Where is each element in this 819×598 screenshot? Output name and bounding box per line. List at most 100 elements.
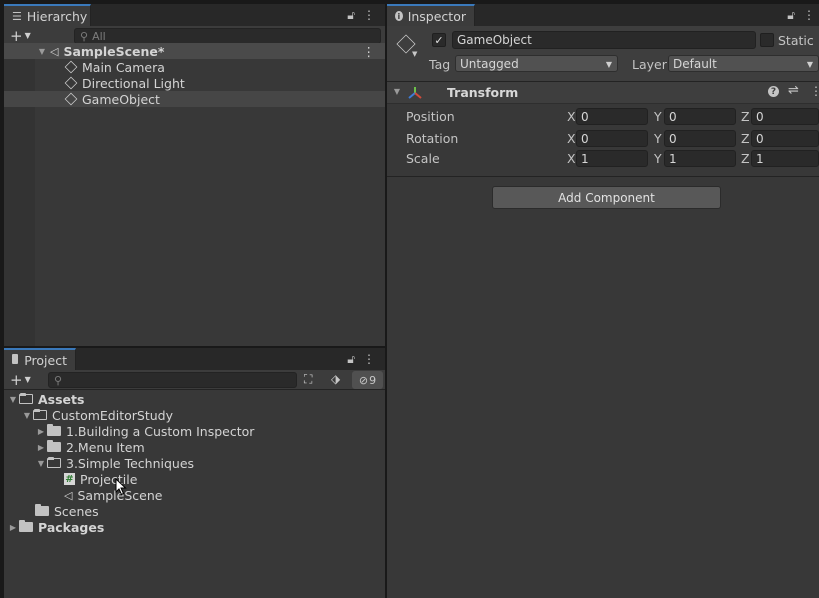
tree-item-label: Packages: [38, 519, 105, 535]
folder-icon: [33, 409, 47, 420]
tree-item-custom-editor-study[interactable]: ▼ CustomEditorStudy: [4, 407, 385, 423]
tree-item-label: 2.Menu Item: [66, 439, 145, 455]
preset-icon[interactable]: ⇌: [788, 83, 799, 98]
project-panel: Project 🔓︎ ⋮ + ▼ ⚲ ⛶ ⬗ ⊘ 9 ▼ Assets ▼ Cus…: [4, 348, 385, 598]
object-name-value: GameObject: [457, 33, 532, 47]
transform-header[interactable]: ▼ Transform ? ⇌ ⋮: [387, 82, 819, 104]
list-icon: ☰: [12, 9, 22, 23]
rotation-y-field[interactable]: 0: [664, 130, 736, 147]
create-dropdown[interactable]: + ▼: [10, 372, 31, 388]
create-dropdown[interactable]: + ▼: [10, 28, 31, 44]
expand-arrow-icon[interactable]: ▼: [36, 47, 48, 56]
axis-y-label: Y: [654, 151, 662, 166]
active-checkbox[interactable]: ✓: [432, 33, 446, 47]
hidden-packages-toggle[interactable]: ⊘ 9: [352, 371, 383, 389]
transform-title: Transform: [447, 85, 519, 100]
tree-item-projectile[interactable]: # Projectile: [4, 471, 385, 487]
tree-item-assets[interactable]: ▼ Assets: [4, 391, 385, 407]
position-z-field[interactable]: 0: [751, 108, 819, 125]
hierarchy-item-label: Directional Light: [82, 75, 185, 91]
transform-icon: [408, 87, 422, 99]
add-component-label: Add Component: [558, 190, 655, 205]
object-name-field[interactable]: GameObject: [452, 31, 756, 49]
unity-scene-icon: ◁: [64, 488, 73, 502]
field-value: 1: [581, 151, 589, 166]
scene-row[interactable]: ▼ ◁ SampleScene* ⋮: [4, 43, 385, 59]
search-icon: ⚲: [80, 29, 89, 43]
tree-item-scenes[interactable]: Scenes: [4, 503, 385, 519]
static-checkbox[interactable]: [760, 33, 774, 47]
hierarchy-item[interactable]: Main Camera: [4, 59, 385, 75]
add-component-button[interactable]: Add Component: [492, 186, 721, 209]
tree-item-simple-techniques[interactable]: ▼ 3.Simple Techniques: [4, 455, 385, 471]
position-x-field[interactable]: 0: [576, 108, 648, 125]
axis-z-label: Z: [741, 151, 750, 166]
layer-label: Layer: [632, 57, 667, 72]
inspector-tab-controls: 🔓︎ ⋮: [787, 8, 815, 23]
folder-icon: [47, 440, 61, 452]
hierarchy-search-input[interactable]: ⚲ All: [74, 28, 381, 44]
lock-icon[interactable]: 🔓︎: [787, 8, 795, 23]
tag-dropdown[interactable]: Untagged ▼: [455, 55, 618, 72]
tab-hierarchy[interactable]: ☰ Hierarchy: [4, 4, 91, 26]
scale-y-field[interactable]: 1: [664, 150, 736, 167]
axis-x-label: X: [567, 109, 576, 124]
hierarchy-item[interactable]: Directional Light: [4, 75, 385, 91]
hierarchy-tab-controls: 🔓︎ ⋮: [347, 8, 375, 23]
folder-icon: [35, 504, 49, 516]
rotation-z-field[interactable]: 0: [751, 130, 819, 147]
lock-icon[interactable]: 🔓︎: [347, 352, 355, 367]
tree-item-label: 1.Building a Custom Inspector: [66, 423, 255, 439]
project-tab-label: Project: [24, 352, 67, 368]
field-value: 1: [669, 151, 677, 166]
layer-dropdown[interactable]: Default ▼: [668, 55, 819, 72]
help-icon[interactable]: ?: [768, 86, 779, 97]
expand-arrow-icon[interactable]: ▼: [7, 395, 19, 404]
hierarchy-search-placeholder: All: [92, 29, 106, 43]
hierarchy-tab-label: Hierarchy: [26, 8, 88, 24]
kebab-menu-icon[interactable]: ⋮: [363, 8, 375, 23]
info-icon: i: [395, 11, 403, 21]
expand-arrow-icon[interactable]: ▶: [35, 427, 47, 436]
scene-menu-icon[interactable]: ⋮: [363, 44, 376, 59]
rotation-label: Rotation: [406, 131, 459, 146]
kebab-menu-icon[interactable]: ⋮: [803, 8, 815, 23]
chevron-down-icon: ▼: [24, 375, 31, 384]
position-label: Position: [406, 109, 455, 124]
expand-arrow-icon[interactable]: ▼: [391, 87, 403, 96]
tree-item-label: 3.Simple Techniques: [66, 455, 195, 471]
hierarchy-item-selected[interactable]: GameObject: [4, 91, 385, 107]
project-search-input[interactable]: ⚲: [48, 372, 297, 388]
tree-item-building-inspector[interactable]: ▶ 1.Building a Custom Inspector: [4, 423, 385, 439]
scale-x-field[interactable]: 1: [576, 150, 648, 167]
chevron-down-icon: ▼: [24, 31, 31, 40]
tree-item-sample-scene[interactable]: ◁ SampleScene: [4, 487, 385, 503]
kebab-menu-icon[interactable]: ⋮: [810, 84, 819, 98]
rotation-x-field[interactable]: 0: [576, 130, 648, 147]
position-y-field[interactable]: 0: [664, 108, 736, 125]
hidden-packages-count: 9: [369, 373, 377, 387]
folder-icon: [47, 457, 61, 468]
tree-item-menu-item[interactable]: ▶ 2.Menu Item: [4, 439, 385, 455]
filter-type-icon[interactable]: ⛶: [304, 372, 312, 387]
expand-arrow-icon[interactable]: ▼: [35, 459, 47, 468]
label-tag-icon[interactable]: ⬗: [331, 372, 340, 386]
inspector-panel: i Inspector 🔓︎ ⋮ ▼ ✓ GameObject Static T…: [387, 4, 819, 598]
expand-arrow-icon[interactable]: ▶: [7, 523, 19, 532]
tab-inspector[interactable]: i Inspector: [387, 4, 475, 26]
kebab-menu-icon[interactable]: ⋮: [363, 352, 375, 367]
hierarchy-panel: ☰ Hierarchy 🔓︎ ⋮ + ▼ ⚲ All ▼ ◁ SampleScen…: [4, 4, 385, 346]
expand-arrow-icon[interactable]: ▼: [21, 411, 33, 420]
tab-project[interactable]: Project: [4, 348, 76, 370]
plus-icon: +: [10, 371, 23, 389]
field-value: 0: [669, 131, 677, 146]
expand-arrow-icon[interactable]: ▶: [35, 443, 47, 452]
chevron-down-icon[interactable]: ▼: [412, 50, 417, 58]
search-icon: ⚲: [54, 373, 63, 387]
lock-icon[interactable]: 🔓︎: [347, 8, 355, 23]
project-tab-controls: 🔓︎ ⋮: [347, 352, 375, 367]
hierarchy-tabbar: ☰ Hierarchy 🔓︎ ⋮: [4, 4, 385, 26]
tree-item-packages[interactable]: ▶ Packages: [4, 519, 385, 535]
scale-z-field[interactable]: 1: [751, 150, 819, 167]
tag-value: Untagged: [460, 56, 519, 71]
